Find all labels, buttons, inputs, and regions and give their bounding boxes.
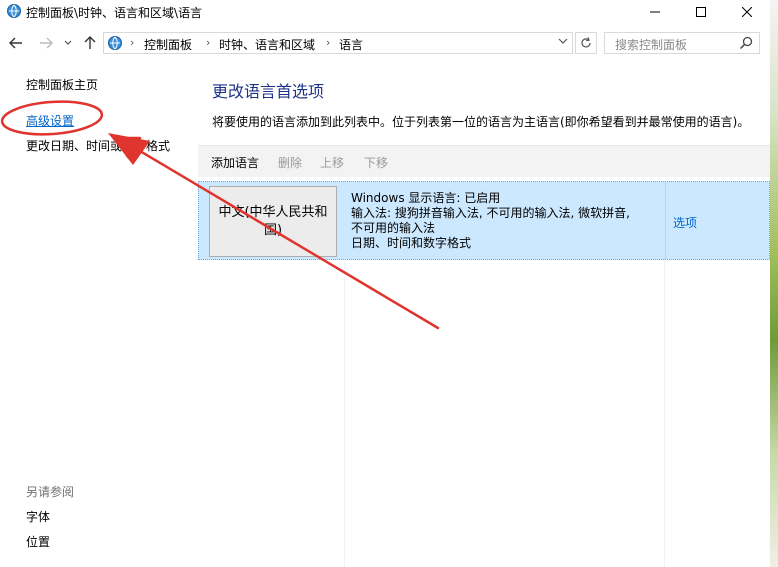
move-up-button[interactable]: 上移	[320, 154, 344, 171]
breadcrumb-separator[interactable]: ›	[206, 36, 210, 49]
page-description: 将要使用的语言添加到此列表中。位于列表第一位的语言为主语言(即你希望看到并最常使…	[212, 115, 750, 129]
navigation-bar: › 控制面板 › 时钟、语言和区域 › 语言 搜索控制面板	[0, 28, 778, 58]
sidebar-link-control-panel-home[interactable]: 控制面板主页	[26, 76, 98, 93]
window-title: 控制面板\时钟、语言和区域\语言	[26, 6, 203, 20]
sidebar-link-fonts[interactable]: 字体	[26, 508, 50, 525]
sidebar-link-change-date-time-format[interactable]: 更改日期、时间或数字格式	[26, 137, 170, 154]
language-toolbar: 添加语言 删除 上移 下移	[198, 145, 770, 177]
control-panel-icon	[108, 36, 122, 50]
language-row[interactable]: 中文(中华人民共和国) Windows 显示语言: 已启用 输入法: 搜狗拼音输…	[198, 181, 770, 260]
back-button[interactable]	[6, 32, 26, 54]
search-icon[interactable]	[739, 36, 753, 50]
row-divider	[665, 182, 666, 259]
up-button[interactable]	[80, 32, 100, 54]
breadcrumb-separator[interactable]: ›	[130, 36, 134, 49]
chevron-down-icon[interactable]	[558, 37, 568, 45]
remove-language-button[interactable]: 删除	[278, 154, 302, 171]
breadcrumb-separator[interactable]: ›	[326, 36, 330, 49]
refresh-button[interactable]	[575, 32, 597, 54]
chevron-down-icon	[64, 40, 72, 45]
back-arrow-icon	[9, 37, 22, 49]
language-options-link[interactable]: 选项	[673, 214, 697, 231]
page-title: 更改语言首选项	[212, 82, 325, 101]
up-arrow-icon	[84, 36, 96, 49]
input-methods-continued: 不可用的输入法	[351, 221, 436, 235]
maximize-button[interactable]	[678, 0, 724, 24]
breadcrumb-language[interactable]: 语言	[339, 36, 363, 53]
see-also-heading: 另请参阅	[26, 485, 75, 499]
minimize-button[interactable]	[632, 0, 678, 24]
refresh-icon	[581, 37, 591, 48]
title-bar: 控制面板\时钟、语言和区域\语言	[0, 0, 778, 24]
close-button[interactable]	[724, 0, 770, 24]
forward-arrow-icon	[40, 37, 53, 49]
search-placeholder: 搜索控制面板	[615, 38, 688, 52]
sidebar-link-advanced-settings[interactable]: 高级设置	[26, 112, 74, 129]
close-icon	[742, 7, 752, 17]
address-bar[interactable]: › 控制面板 › 时钟、语言和区域 › 语言	[103, 32, 573, 54]
forward-button[interactable]	[36, 32, 56, 54]
move-down-button[interactable]: 下移	[364, 154, 388, 171]
input-methods: 输入法: 搜狗拼音输入法, 不可用的输入法, 微软拼音,	[351, 206, 630, 220]
date-time-format: 日期、时间和数字格式	[351, 236, 472, 250]
language-info: Windows 显示语言: 已启用 输入法: 搜狗拼音输入法, 不可用的输入法,…	[351, 191, 630, 251]
sidebar-link-location[interactable]: 位置	[26, 533, 50, 550]
background-photo-edge	[770, 0, 778, 567]
language-name-button[interactable]: 中文(中华人民共和国)	[209, 186, 337, 257]
minimize-icon	[650, 11, 660, 13]
maximize-icon	[696, 7, 706, 17]
breadcrumb-clock-language-region[interactable]: 时钟、语言和区域	[219, 36, 315, 53]
recent-locations-button[interactable]	[62, 32, 74, 54]
search-input[interactable]: 搜索控制面板	[604, 32, 760, 54]
breadcrumb-control-panel[interactable]: 控制面板	[144, 36, 192, 53]
control-panel-icon	[7, 4, 21, 18]
add-language-button[interactable]: 添加语言	[211, 154, 259, 171]
left-pane: 控制面板主页 高级设置 更改日期、时间或数字格式 另请参阅 字体 位置	[0, 60, 198, 567]
display-language-status: Windows 显示语言: 已启用	[351, 191, 501, 205]
